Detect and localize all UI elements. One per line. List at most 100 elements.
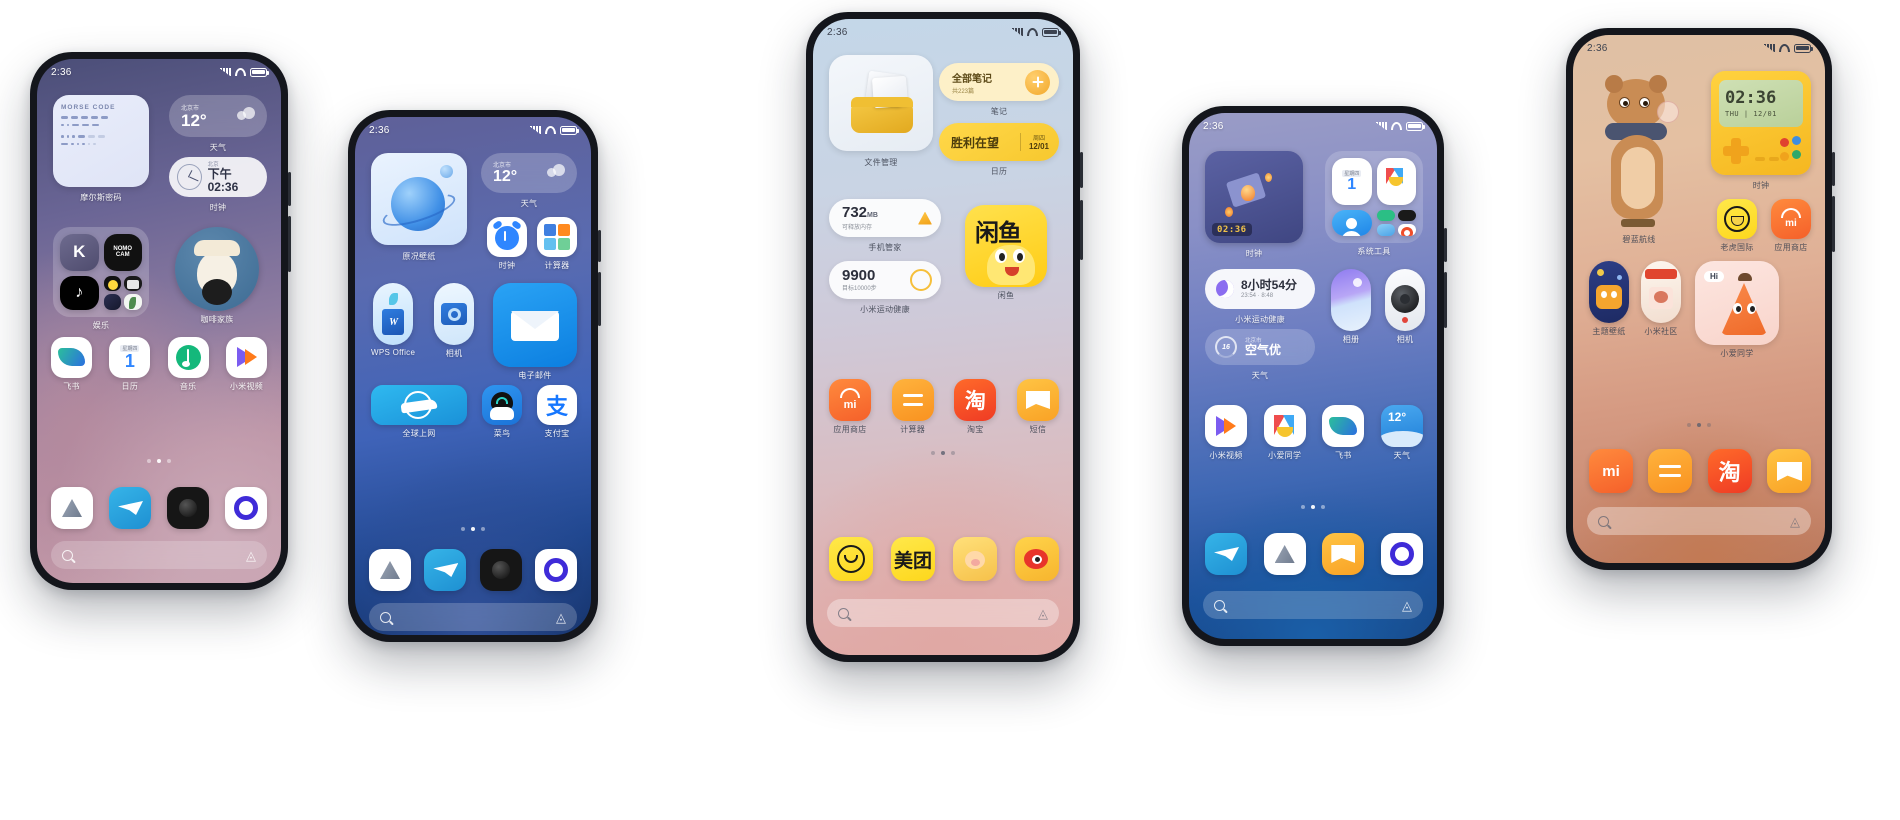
- app-mi-video[interactable]: 小米视频: [225, 337, 267, 392]
- app-calculator[interactable]: 计算器: [537, 217, 577, 271]
- opera-icon[interactable]: [1397, 224, 1416, 236]
- phone-4-screen[interactable]: 2:36 02:36 时钟 星期四 1 系统工具 8小时54分 23:54 · …: [1189, 113, 1437, 639]
- meituan-icon[interactable]: 美团: [891, 537, 935, 581]
- stripe-icon[interactable]: [103, 294, 122, 310]
- search-bar[interactable]: ◬: [827, 599, 1059, 627]
- messages-icon[interactable]: [1766, 449, 1811, 493]
- app-feishu[interactable]: 飞书: [1322, 405, 1365, 461]
- messages-icon[interactable]: [1322, 533, 1365, 575]
- app-mi-video[interactable]: 小米视频: [1205, 405, 1247, 461]
- app-mi-store[interactable]: mi 应用商店: [1771, 199, 1811, 253]
- app-alipay[interactable]: 支 支付宝: [537, 385, 577, 439]
- app-weather[interactable]: 12° 天气: [1380, 405, 1423, 461]
- telegram-icon[interactable]: [1205, 533, 1247, 575]
- keep-icon[interactable]: K: [60, 234, 99, 271]
- app-camera[interactable]: 相机: [434, 283, 475, 381]
- app-calendar[interactable]: 星期四 1 日历: [109, 337, 151, 392]
- camera-icon[interactable]: [479, 549, 522, 591]
- app-tiger[interactable]: 老虎国际: [1717, 199, 1757, 253]
- global-network-icon[interactable]: [371, 385, 467, 425]
- taobao-icon[interactable]: 淘: [1707, 449, 1752, 493]
- page-indicator[interactable]: [813, 451, 1073, 455]
- search-bar[interactable]: ◬: [1587, 507, 1811, 535]
- mi-video-icon[interactable]: [225, 337, 267, 378]
- app-themes[interactable]: 主题壁纸: [1589, 261, 1629, 337]
- app-xiaoai[interactable]: Hi 小爱同学: [1695, 261, 1779, 359]
- opera-icon[interactable]: [225, 487, 267, 529]
- camera-icon[interactable]: [434, 283, 475, 345]
- page-indicator[interactable]: [355, 527, 591, 531]
- calculator-icon[interactable]: [891, 379, 934, 421]
- messages-icon[interactable]: [1016, 379, 1059, 421]
- camera-icon[interactable]: [1385, 269, 1425, 331]
- mi-cloud-icon[interactable]: [369, 549, 411, 591]
- camera-icon[interactable]: [167, 487, 209, 529]
- app-mi-store[interactable]: mi 应用商店: [829, 379, 871, 435]
- taobao-icon[interactable]: 淘: [954, 379, 997, 421]
- opera-icon[interactable]: [1380, 533, 1423, 575]
- scan-icon[interactable]: ◬: [1402, 599, 1412, 612]
- app-taobao[interactable]: 淘 淘宝: [954, 379, 997, 435]
- nomo-cam-icon[interactable]: NOMO CAM: [103, 234, 142, 271]
- scan-icon[interactable]: ◬: [556, 611, 566, 624]
- scan-icon[interactable]: ◬: [246, 549, 256, 562]
- globe-icon[interactable]: [1376, 209, 1395, 222]
- gallery-icon[interactable]: [1331, 269, 1371, 331]
- app-xianyu[interactable]: 闲鱼 闲鱼: [965, 205, 1047, 301]
- app-xiaoai[interactable]: 小爱同学: [1263, 405, 1306, 461]
- calendar-icon[interactable]: 星期四 1: [1332, 158, 1372, 205]
- telegram-icon[interactable]: [109, 487, 151, 529]
- app-music[interactable]: 音乐: [167, 337, 209, 392]
- phone-3-screen[interactable]: 2:36 文件管理 全部笔记 共223篇 笔记 胜利在望 周四 12/01 日历…: [813, 19, 1073, 655]
- mi-store-icon[interactable]: mi: [1589, 449, 1633, 493]
- mi-store-icon[interactable]: mi: [1771, 199, 1811, 239]
- photo-icon[interactable]: [124, 275, 142, 292]
- mi-store-icon[interactable]: mi: [829, 379, 871, 421]
- app-clock[interactable]: 时钟: [487, 217, 527, 271]
- phone-2-screen[interactable]: 2:36 原况壁纸 北京市 12° 天气 时钟 计算器 W WPS Office…: [355, 117, 591, 635]
- alipay-icon[interactable]: 支: [537, 385, 577, 425]
- music-icon[interactable]: [167, 337, 209, 378]
- contacts-icon[interactable]: [1332, 209, 1372, 236]
- folder-entertainment[interactable]: K NOMO CAM ♪ 娱乐: [53, 227, 149, 331]
- smiley-icon[interactable]: [829, 537, 873, 581]
- calendar-icon[interactable]: 星期四 1: [109, 337, 151, 378]
- phone-5-screen[interactable]: 2:36 碧蓝航线 02:36 THU | 12/01 时钟 老虎国际 mi 应…: [1573, 35, 1825, 563]
- mi-video-icon[interactable]: [1205, 405, 1247, 447]
- xiaoai-hi-icon[interactable]: Hi: [1695, 261, 1779, 345]
- phone-1-screen[interactable]: 2:36 MORSE CODE 摩尔斯密码 北京市 12° 天气 北京 下午02…: [37, 59, 281, 583]
- plus-icon[interactable]: [1025, 69, 1050, 95]
- calculator-icon[interactable]: [1648, 449, 1693, 493]
- calculator-icon[interactable]: [537, 217, 577, 257]
- app-feishu[interactable]: 飞书: [51, 337, 92, 392]
- mi-community-icon[interactable]: [1641, 261, 1681, 323]
- alarm-clock-icon[interactable]: [487, 217, 527, 257]
- weather-icon[interactable]: [1376, 224, 1395, 236]
- mi-cloud-icon[interactable]: [51, 487, 93, 529]
- search-bar[interactable]: ◬: [369, 603, 577, 631]
- weather-icon[interactable]: 12°: [1380, 405, 1423, 447]
- app-wps-office[interactable]: W WPS Office: [371, 283, 415, 381]
- opera-icon[interactable]: [534, 549, 577, 591]
- tiger-icon[interactable]: [1717, 199, 1757, 239]
- pig-icon[interactable]: [953, 537, 997, 581]
- moon-icon[interactable]: [103, 275, 122, 292]
- page-indicator[interactable]: [1189, 505, 1437, 509]
- page-indicator[interactable]: [37, 459, 281, 463]
- mi-cloud-icon[interactable]: [1263, 533, 1306, 575]
- app-calculator[interactable]: 计算器: [891, 379, 934, 435]
- email-icon[interactable]: [492, 283, 577, 367]
- scan-icon[interactable]: ◬: [1038, 607, 1048, 620]
- feishu-icon[interactable]: [51, 337, 92, 378]
- app-messages[interactable]: 短信: [1016, 379, 1059, 435]
- leaf-icon[interactable]: [124, 294, 142, 310]
- app-cainiao[interactable]: 菜鸟: [482, 385, 522, 439]
- themes-icon[interactable]: [1589, 261, 1629, 323]
- app-gallery[interactable]: 相册: [1331, 269, 1371, 345]
- search-bar[interactable]: ◬: [51, 541, 267, 569]
- telegram-icon[interactable]: [424, 549, 467, 591]
- wps-office-icon[interactable]: W: [373, 283, 414, 345]
- camera-icon[interactable]: [1397, 209, 1416, 222]
- feishu-icon[interactable]: [1322, 405, 1365, 447]
- folder-coffee-family[interactable]: 咖啡家族: [175, 227, 259, 325]
